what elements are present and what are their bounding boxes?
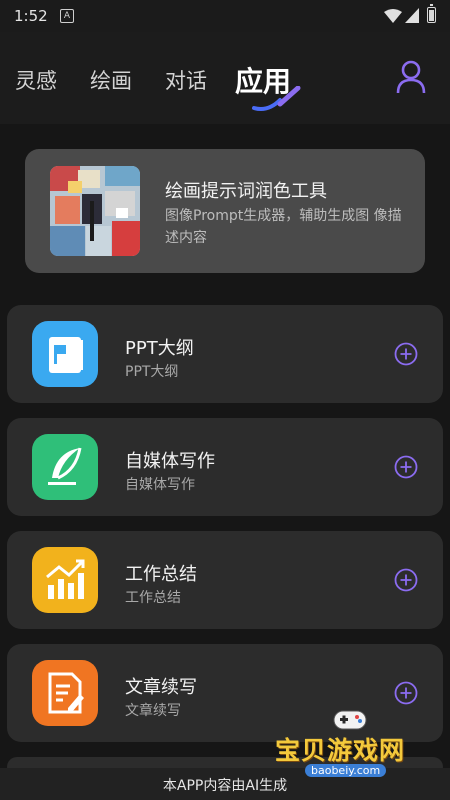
featured-prompt-tool-card[interactable]: 绘画提示词润色工具 图像Prompt生成器，辅助生成图 像描述内容	[25, 149, 425, 273]
app-subtitle: 自媒体写作	[125, 477, 195, 493]
watermark-url: baobeiy.com	[305, 764, 387, 777]
user-profile-icon[interactable]	[396, 60, 426, 94]
site-watermark: 宝贝游戏网 baobeiy.com	[272, 705, 424, 785]
app-subtitle: 工作总结	[125, 590, 181, 606]
status-bar: 1:52 A	[0, 0, 450, 32]
add-circle-icon[interactable]	[394, 455, 418, 479]
add-circle-icon[interactable]	[394, 681, 418, 705]
wifi-icon	[384, 9, 402, 23]
feather-icon	[32, 434, 98, 500]
feature-thumbnail-image	[50, 166, 140, 256]
top-tab-bar: 灵感 绘画 对话 应用	[0, 32, 450, 124]
notification-a-icon: A	[60, 9, 74, 23]
app-title: 工作总结	[125, 564, 197, 585]
add-circle-icon[interactable]	[394, 568, 418, 592]
tab-chat[interactable]: 对话	[165, 65, 207, 95]
app-subtitle: 文章续写	[125, 703, 181, 719]
battery-icon	[427, 4, 436, 23]
feature-title: 绘画提示词润色工具	[165, 181, 327, 202]
document-edit-icon	[32, 660, 98, 726]
app-card-self-media-writing[interactable]: 自媒体写作 自媒体写作	[7, 418, 443, 516]
tab-painting[interactable]: 绘画	[90, 65, 132, 95]
app-title: 自媒体写作	[125, 451, 215, 472]
active-tab-brush-indicator	[252, 86, 301, 111]
feature-description: 图像Prompt生成器，辅助生成图 像描述内容	[165, 208, 402, 246]
watermark-title: 宝贝游戏网	[275, 736, 406, 765]
app-card-work-summary[interactable]: 工作总结 工作总结	[7, 531, 443, 629]
chart-icon	[32, 547, 98, 613]
app-title: PPT大纲	[125, 338, 194, 359]
game-controller-icon	[333, 710, 367, 730]
app-title: 文章续写	[125, 677, 197, 698]
app-subtitle: PPT大纲	[125, 364, 179, 380]
signal-icon	[405, 8, 419, 23]
status-time: 1:52	[14, 7, 48, 25]
app-card-ppt-outline[interactable]: PPT大纲 PPT大纲	[7, 305, 443, 403]
tab-inspiration[interactable]: 灵感	[15, 65, 57, 95]
add-circle-icon[interactable]	[394, 342, 418, 366]
ppt-icon	[32, 321, 98, 387]
